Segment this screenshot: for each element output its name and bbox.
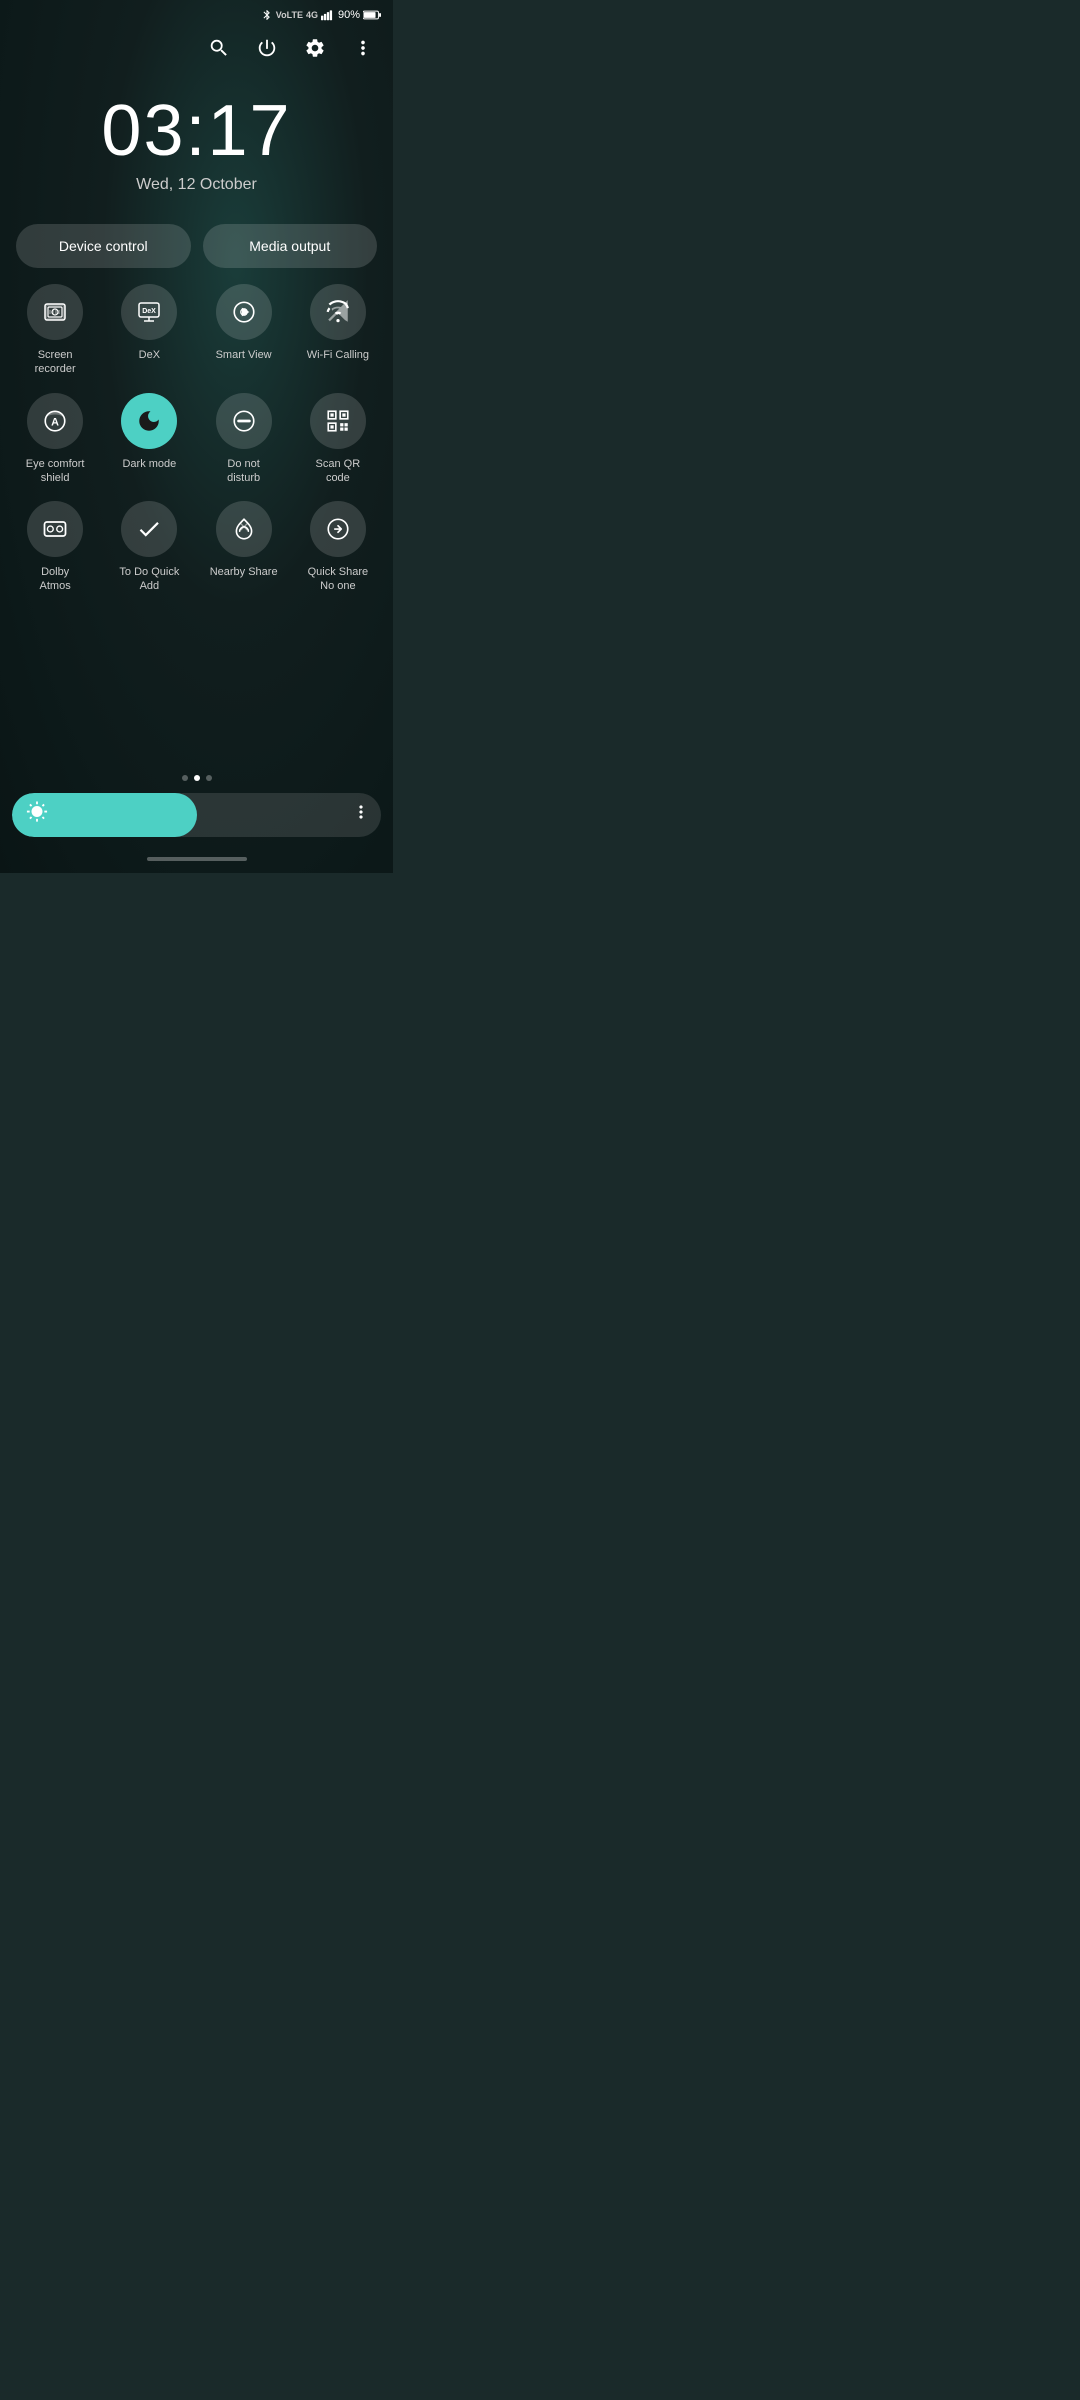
qs-todo-quick-add[interactable]: To Do QuickAdd xyxy=(106,501,192,594)
nav-bar xyxy=(0,849,393,873)
clock-date: Wed, 12 October xyxy=(136,176,257,194)
qs-dark-mode[interactable]: Dark mode xyxy=(106,393,192,486)
qs-do-not-disturb[interactable]: Do notdisturb xyxy=(201,393,287,486)
status-bar: VoLTE 4G 90% xyxy=(0,0,393,26)
smart-view-label: Smart View xyxy=(216,348,272,362)
dex-label: DeX xyxy=(139,348,160,362)
clock-section: 03:17 Wed, 12 October xyxy=(0,70,393,224)
dark-mode-icon-wrap xyxy=(121,393,177,449)
svg-text:A: A xyxy=(51,416,59,428)
qs-eye-comfort[interactable]: A Eye comfortshield xyxy=(12,393,98,486)
dolby-atmos-icon-wrap xyxy=(27,501,83,557)
page-dot-1[interactable] xyxy=(182,775,188,781)
nearby-share-label: Nearby Share xyxy=(210,565,278,579)
qs-scan-qr[interactable]: Scan QRcode xyxy=(295,393,381,486)
svg-text:DeX: DeX xyxy=(143,308,157,315)
quick-share-icon-wrap xyxy=(310,501,366,557)
dex-icon-wrap: DeX xyxy=(121,284,177,340)
scan-qr-label: Scan QRcode xyxy=(316,457,361,486)
page-dot-2[interactable] xyxy=(194,775,200,781)
page-dots xyxy=(0,767,393,793)
eye-comfort-icon-wrap: A xyxy=(27,393,83,449)
scan-qr-icon-wrap xyxy=(310,393,366,449)
clock-time: 03:17 xyxy=(101,90,291,172)
qs-row-1: Screenrecorder DeX DeX Smart View xyxy=(12,284,381,377)
screen-recorder-label: Screenrecorder xyxy=(35,348,76,377)
smart-view-icon-wrap xyxy=(216,284,272,340)
page-dot-3[interactable] xyxy=(206,775,212,781)
brightness-icon xyxy=(26,801,48,829)
media-output-button[interactable]: Media output xyxy=(203,224,378,268)
device-control-button[interactable]: Device control xyxy=(16,224,191,268)
top-controls xyxy=(0,26,393,70)
qs-dolby-atmos[interactable]: DolbyAtmos xyxy=(12,501,98,594)
qs-wifi-calling[interactable]: Wi-Fi Calling xyxy=(295,284,381,377)
settings-button[interactable] xyxy=(301,34,329,62)
wifi-calling-icon-wrap xyxy=(310,284,366,340)
wifi-calling-label: Wi-Fi Calling xyxy=(307,348,369,362)
nav-handle[interactable] xyxy=(147,857,247,861)
dolby-atmos-label: DolbyAtmos xyxy=(40,565,71,594)
todo-label: To Do QuickAdd xyxy=(119,565,179,594)
power-button[interactable] xyxy=(253,34,281,62)
volte-indicator: VoLTE xyxy=(276,10,303,20)
brightness-bar[interactable] xyxy=(12,793,381,837)
brightness-menu-button[interactable] xyxy=(351,802,371,828)
qs-dex[interactable]: DeX DeX xyxy=(106,284,192,377)
dnd-label: Do notdisturb xyxy=(227,457,260,486)
network-indicator: 4G xyxy=(306,10,318,20)
battery-indicator: 90% xyxy=(338,9,360,21)
eye-comfort-label: Eye comfortshield xyxy=(26,457,85,486)
qs-nearby-share[interactable]: Nearby Share xyxy=(201,501,287,594)
quick-share-label: Quick ShareNo one xyxy=(308,565,369,594)
search-button[interactable] xyxy=(205,34,233,62)
qs-row-2: A Eye comfortshield Dark mode Do notdist… xyxy=(12,393,381,486)
quick-settings: Screenrecorder DeX DeX Smart View xyxy=(0,284,393,767)
nearby-share-icon-wrap xyxy=(216,501,272,557)
quick-buttons: Device control Media output xyxy=(0,224,393,284)
dark-mode-label: Dark mode xyxy=(122,457,176,471)
qs-screen-recorder[interactable]: Screenrecorder xyxy=(12,284,98,377)
todo-icon-wrap xyxy=(121,501,177,557)
screen-recorder-icon-wrap xyxy=(27,284,83,340)
qs-row-3: DolbyAtmos To Do QuickAdd Nearby Share xyxy=(12,501,381,594)
qs-quick-share[interactable]: Quick ShareNo one xyxy=(295,501,381,594)
dnd-icon-wrap xyxy=(216,393,272,449)
qs-smart-view[interactable]: Smart View xyxy=(201,284,287,377)
more-button[interactable] xyxy=(349,34,377,62)
